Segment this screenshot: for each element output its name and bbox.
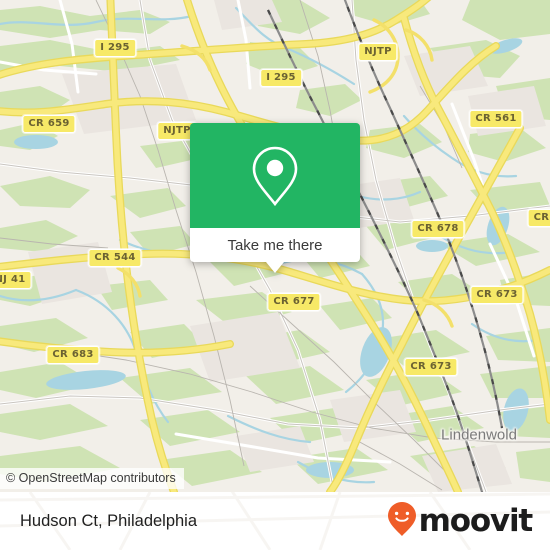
moovit-pin-icon: [387, 501, 417, 542]
road-shield: CR 673: [470, 286, 524, 304]
osm-attribution[interactable]: © OpenStreetMap contributors: [0, 468, 184, 489]
map-canvas[interactable]: I 295 I 295 NJTP CR 659 NJTP CR 561 CR 6…: [0, 0, 550, 492]
destination-popup[interactable]: Take me there: [190, 123, 360, 273]
road-shield: CR 677: [267, 293, 321, 311]
footer-bar: Hudson Ct, Philadelphia moovit: [0, 492, 550, 550]
road-shield: CR 678: [411, 220, 465, 238]
road-shield: I 295: [94, 39, 136, 57]
place-label-lindenwold: Lindenwold: [441, 426, 517, 444]
road-shield: CR 5: [527, 209, 550, 227]
popup-pointer-tail: [266, 262, 284, 273]
map-pin-icon: [251, 145, 299, 207]
popup-icon-panel: [190, 123, 360, 228]
road-shield: CR 561: [469, 110, 523, 128]
take-me-there-label: Take me there: [227, 236, 323, 254]
moovit-map-screen: I 295 I 295 NJTP CR 659 NJTP CR 561 CR 6…: [0, 0, 550, 550]
take-me-there-button[interactable]: Take me there: [190, 228, 360, 273]
road-shield: NJTP: [358, 43, 398, 61]
moovit-wordmark: moovit: [418, 502, 534, 539]
place-name: Hudson Ct, Philadelphia: [20, 511, 198, 530]
road-shield: CR 673: [404, 358, 458, 376]
road-shield: CR 683: [46, 346, 100, 364]
moovit-logo[interactable]: moovit: [387, 501, 534, 542]
road-shield: NJ 41: [0, 271, 32, 289]
road-shield: I 295: [260, 69, 302, 87]
road-shield: CR 544: [88, 249, 142, 267]
road-shield: CR 659: [22, 115, 76, 133]
